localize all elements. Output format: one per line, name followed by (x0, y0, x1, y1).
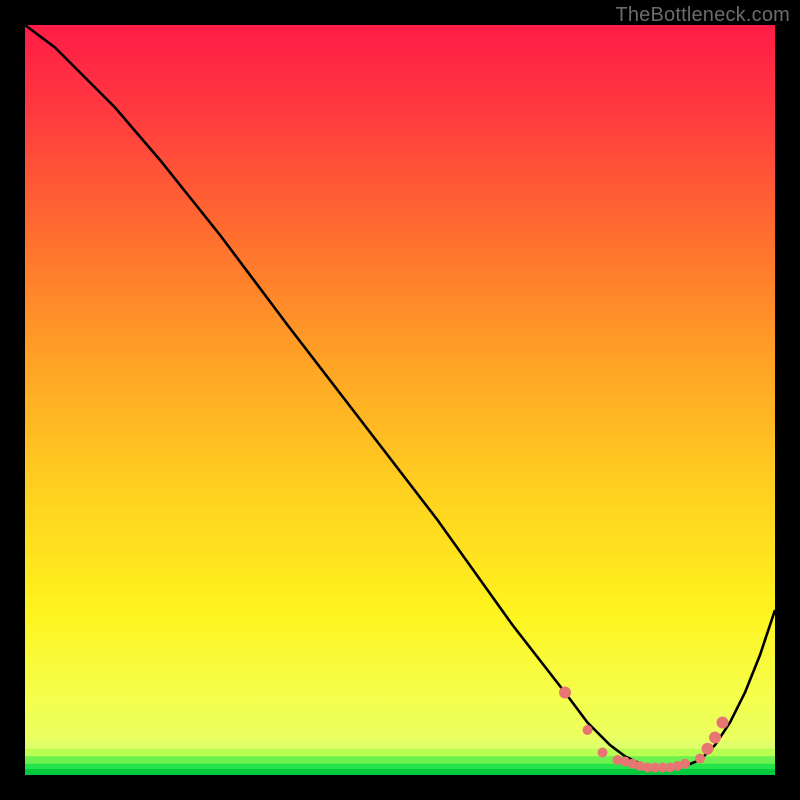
plot-area (25, 25, 775, 775)
marked-point (717, 717, 729, 729)
marked-point (598, 748, 608, 758)
marked-point (583, 725, 593, 735)
marked-point (680, 759, 690, 769)
chart-stage: TheBottleneck.com (0, 0, 800, 800)
marked-point (559, 687, 571, 699)
green-band-row (25, 749, 775, 757)
gradient-background (25, 25, 775, 775)
watermark-text: TheBottleneck.com (615, 4, 790, 27)
marked-point (702, 743, 714, 755)
marked-point (695, 754, 705, 764)
plot-svg (25, 25, 775, 775)
green-band-row (25, 741, 775, 749)
marked-point (709, 732, 721, 744)
